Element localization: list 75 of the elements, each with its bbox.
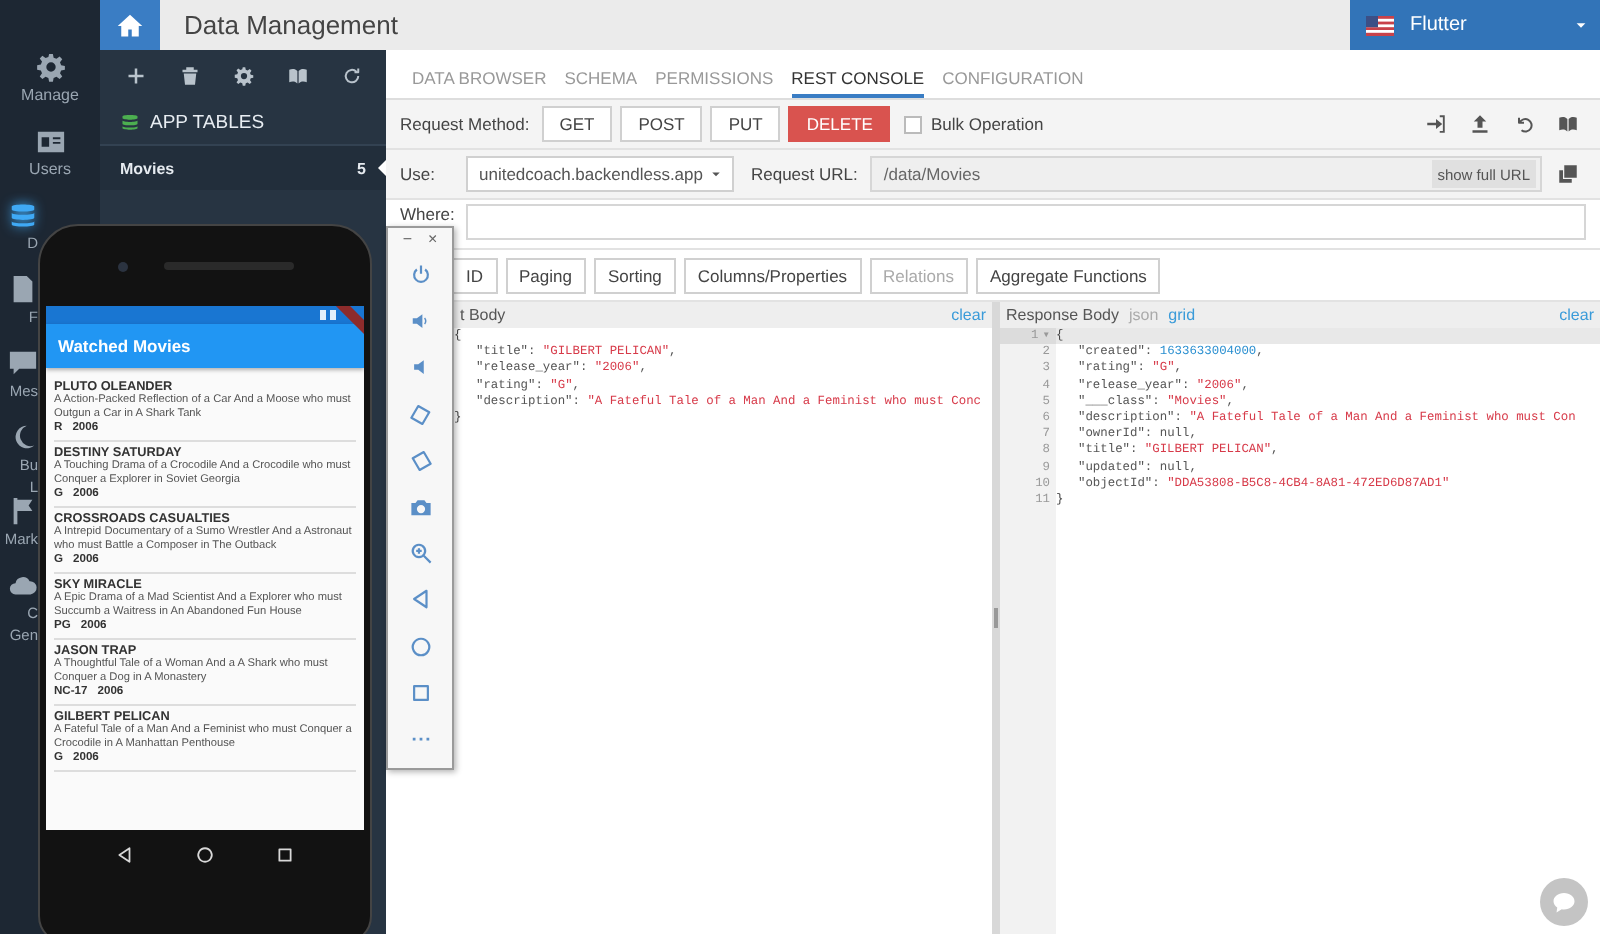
nav-label: Users	[29, 160, 71, 178]
panel-title: t Body	[460, 306, 506, 324]
checkbox[interactable]	[904, 115, 923, 133]
message-icon	[8, 348, 38, 378]
nav-label: Manage	[21, 86, 79, 104]
flag-icon	[1366, 15, 1394, 35]
rotate-icon	[409, 449, 431, 472]
record-count: 5	[357, 159, 366, 177]
file-icon	[8, 274, 38, 304]
chat-icon	[1552, 890, 1576, 914]
database-icon	[120, 112, 140, 132]
option-button[interactable]: Sorting	[593, 257, 676, 293]
section-title: APP TABLES	[150, 111, 265, 133]
checkbox-label: Bulk Operation	[930, 114, 1044, 134]
minimize-button[interactable]: −	[402, 232, 412, 248]
field-label: Request Method:	[400, 114, 530, 134]
option-button[interactable]: Aggregate Functions	[975, 257, 1161, 293]
recents-button[interactable]	[275, 846, 294, 864]
refresh-icon	[341, 65, 361, 85]
square-icon	[409, 681, 431, 704]
back-icon	[409, 588, 431, 611]
square-icon	[275, 846, 294, 864]
settings-button[interactable]	[233, 65, 253, 85]
back-icon	[116, 846, 135, 864]
option-button[interactable]: Columns/Properties	[683, 257, 862, 293]
field-label: Use:	[400, 164, 435, 184]
app-title: Watched Movies	[58, 336, 191, 356]
copy-icon	[1558, 164, 1578, 184]
book-button[interactable]	[287, 65, 307, 85]
power-icon	[409, 264, 431, 287]
gear-icon	[35, 52, 65, 82]
settings-icon	[233, 65, 253, 85]
zoom-icon	[409, 542, 431, 565]
method-button[interactable]: POST	[620, 106, 703, 142]
flag-icon	[8, 496, 38, 526]
field-label: Request URL:	[750, 164, 858, 184]
back-button[interactable]	[116, 846, 135, 864]
home-button[interactable]	[195, 846, 214, 864]
add-icon	[125, 65, 145, 85]
book-icon	[287, 65, 307, 85]
panel-title: Response Body	[1006, 306, 1119, 324]
domain-dropdown[interactable]: unitedcoach.backendless.app	[466, 156, 735, 192]
method-button[interactable]: DELETE	[788, 106, 891, 142]
home-icon	[195, 846, 214, 864]
option-button[interactable]: Paging	[505, 257, 586, 293]
nav-item[interactable]: Manage	[0, 52, 100, 126]
caret-icon	[1574, 18, 1588, 32]
trash-button[interactable]	[179, 65, 199, 85]
book-icon	[1558, 114, 1578, 134]
upload-icon	[1470, 114, 1490, 134]
caret-icon	[710, 168, 723, 180]
close-button[interactable]: ×	[428, 232, 438, 248]
table-item[interactable]: Movies 5	[100, 146, 386, 190]
where-field[interactable]	[466, 204, 1586, 240]
home-icon	[116, 11, 144, 39]
method-button[interactable]: GET	[541, 106, 613, 142]
database-icon	[8, 200, 38, 230]
id-card-icon	[35, 126, 65, 156]
camera-dot	[117, 261, 127, 271]
volume-up-icon	[409, 310, 431, 333]
table-name: Movies	[120, 159, 177, 177]
trash-icon	[179, 65, 199, 85]
app-selector[interactable]: Flutter	[1350, 0, 1600, 50]
rotate-icon	[409, 403, 431, 426]
refresh-button[interactable]	[341, 65, 361, 85]
method-button[interactable]: PUT	[710, 106, 781, 142]
field-label: Where:	[400, 204, 455, 224]
undo-icon	[1514, 114, 1534, 134]
home-icon	[409, 635, 431, 658]
option-button[interactable]: ID	[452, 257, 497, 293]
camera-icon	[409, 496, 431, 519]
sign-in-icon	[1426, 114, 1446, 134]
nav-item[interactable]: Users	[0, 126, 100, 200]
page-title: Data Management	[182, 10, 398, 40]
add-button[interactable]	[125, 65, 145, 85]
